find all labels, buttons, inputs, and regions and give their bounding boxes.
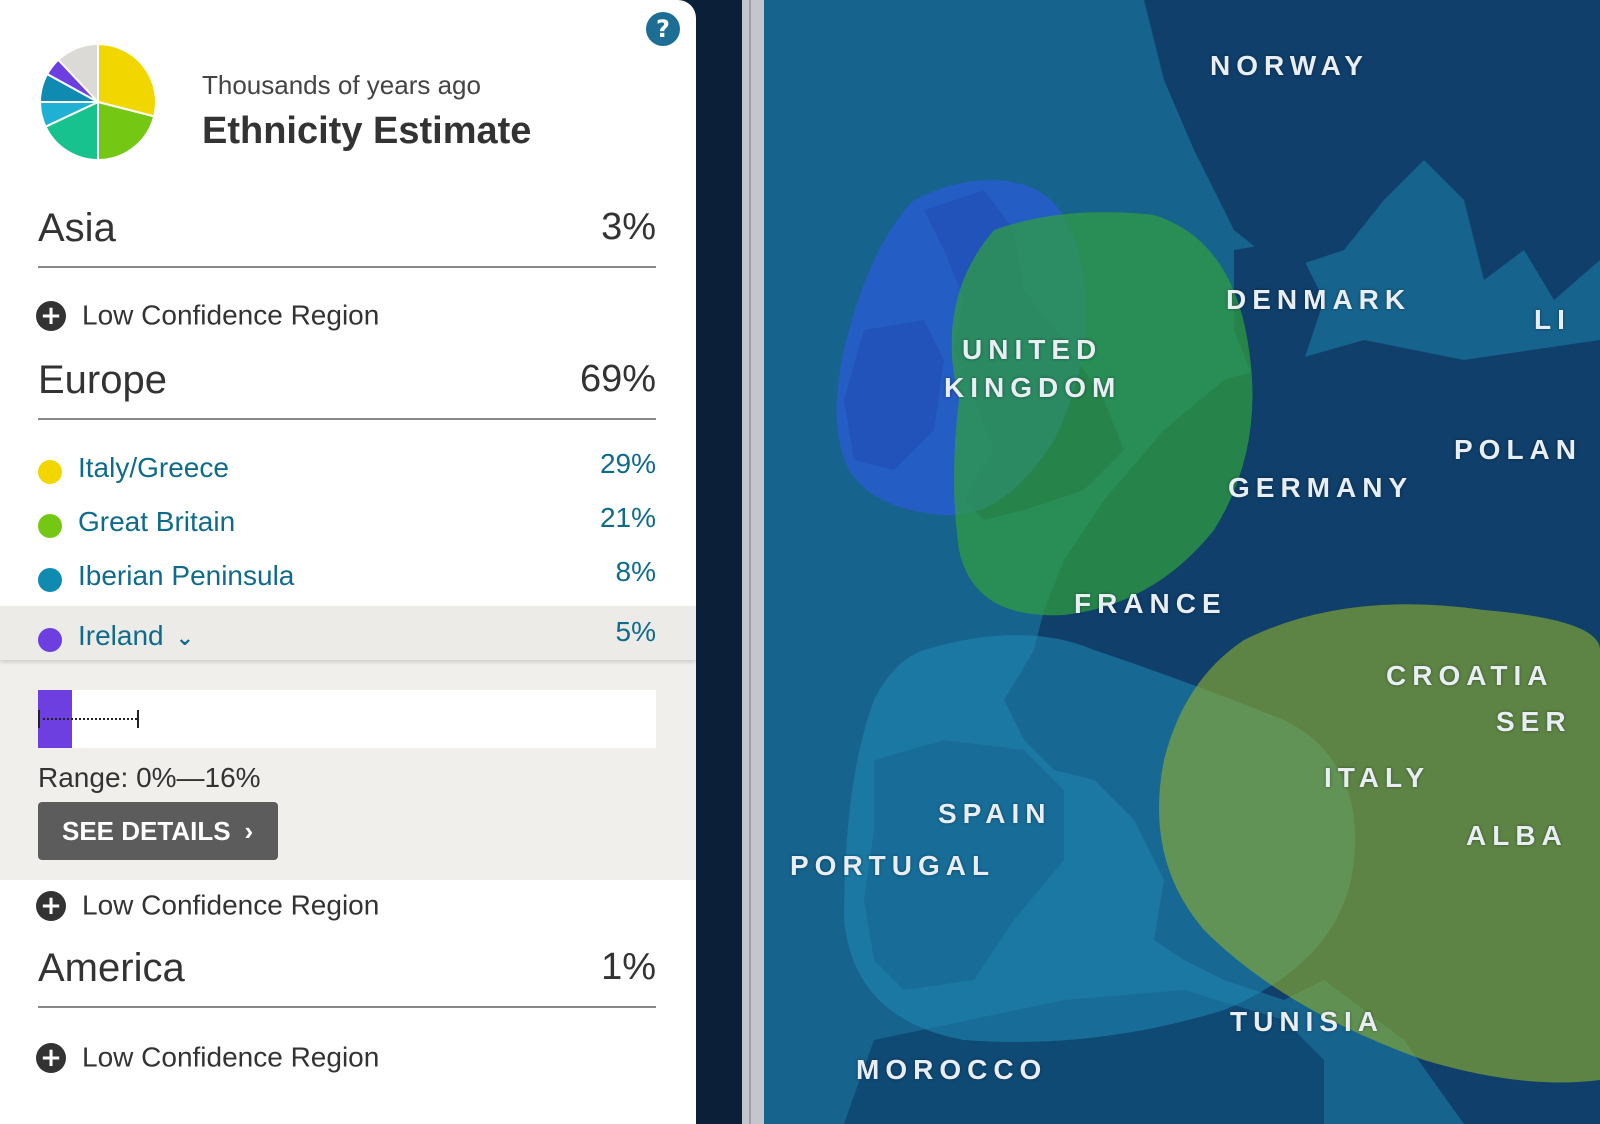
region-percent: 69% (579, 358, 656, 400)
region-america[interactable]: America 1% (38, 946, 656, 1008)
see-details-button[interactable]: SEE DETAILS › (38, 802, 278, 860)
low-confidence-label: Low Confidence Region (82, 1041, 380, 1073)
map-label-serbia: SER (1496, 706, 1572, 737)
region-map[interactable]: NORWAY DENMARK LI UNITED KINGDOM POLAN G… (764, 0, 1600, 1124)
subregion-percent: 29% (599, 448, 656, 479)
panel-gap (696, 0, 742, 1124)
map-label-italy: ITALY (1324, 762, 1431, 793)
low-confidence-toggle-asia[interactable]: + Low Confidence Region (36, 298, 379, 332)
subregion-percent: 21% (599, 502, 656, 533)
map-label-kingdom: KINGDOM (944, 372, 1122, 403)
chevron-right-icon: › (244, 816, 254, 846)
map-label-poland: POLAN (1454, 434, 1582, 465)
region-europe[interactable]: Europe 69% (38, 358, 656, 420)
region-asia[interactable]: Asia 3% (38, 206, 656, 268)
help-icon[interactable]: ? (646, 12, 680, 46)
map-label-morocco: MOROCCO (856, 1054, 1048, 1085)
ethnicity-pie-chart (38, 42, 157, 162)
region-percent: 1% (601, 946, 656, 988)
map-label-croatia: CROATIA (1386, 660, 1554, 691)
map-label-denmark: DENMARK (1226, 284, 1412, 315)
map-canvas (836, 0, 1600, 1124)
map-label-germany: GERMANY (1228, 472, 1414, 503)
low-confidence-label: Low Confidence Region (82, 299, 380, 331)
region-percent: 3% (601, 206, 656, 248)
subregion-name: Iberian Peninsula (78, 560, 295, 591)
subregion-name: Great Britain (78, 506, 236, 537)
see-details-label: SEE DETAILS (62, 816, 231, 846)
low-confidence-toggle-america[interactable]: + Low Confidence Region (36, 1040, 379, 1074)
plus-icon: + (36, 1042, 66, 1073)
split-divider[interactable] (742, 0, 764, 1124)
time-subtitle: Thousands of years ago (202, 70, 481, 100)
list-item-iberian-peninsula[interactable]: Iberian Peninsula 8% (38, 556, 656, 600)
range-bar (38, 690, 656, 748)
page-title: Ethnicity Estimate (202, 110, 532, 152)
color-dot-icon (38, 460, 62, 484)
range-dotted-line (38, 718, 137, 720)
range-text: Range: 0%—16% (38, 762, 261, 793)
map-label-france: FRANCE (1074, 588, 1227, 619)
range-max-tick (137, 710, 139, 728)
color-dot-icon (38, 514, 62, 538)
range-min-tick (38, 710, 40, 728)
map-label-albania: ALBA (1466, 820, 1568, 851)
subregion-name: Italy/Greece (78, 452, 229, 483)
map-label-united: UNITED (962, 334, 1103, 365)
region-name: Europe (38, 358, 167, 402)
plus-icon: + (36, 890, 66, 921)
ireland-row-content: Ireland ⌄ 5% (38, 616, 656, 660)
map-label-portugal: PORTUGAL (790, 850, 996, 881)
list-item-italy-greece[interactable]: Italy/Greece 29% (38, 448, 656, 492)
map-label-tunisia: TUNISIA (1230, 1006, 1384, 1037)
ethnicity-panel: ? Thousands of years ago Ethnicity Estim… (0, 0, 696, 1124)
subregion-percent: 8% (615, 556, 656, 587)
plus-icon: + (36, 300, 66, 331)
map-label-lithuania: LI (1534, 304, 1571, 335)
region-name: Asia (38, 206, 116, 250)
low-confidence-toggle-europe[interactable]: + Low Confidence Region (36, 888, 379, 922)
region-name: America (38, 946, 185, 990)
color-dot-icon (38, 568, 62, 592)
subregion-name: Ireland ⌄ (78, 620, 194, 652)
map-label-norway: NORWAY (1210, 50, 1369, 81)
color-dot-icon (38, 628, 62, 652)
subregion-percent: 5% (615, 616, 656, 647)
map-label-spain: SPAIN (938, 798, 1052, 829)
chevron-down-icon[interactable]: ⌄ (176, 626, 194, 651)
ireland-label: Ireland (78, 620, 164, 651)
low-confidence-label: Low Confidence Region (82, 889, 380, 921)
list-item-great-britain[interactable]: Great Britain 21% (38, 502, 656, 546)
list-item-ireland[interactable]: Ireland ⌄ 5% (0, 606, 696, 660)
